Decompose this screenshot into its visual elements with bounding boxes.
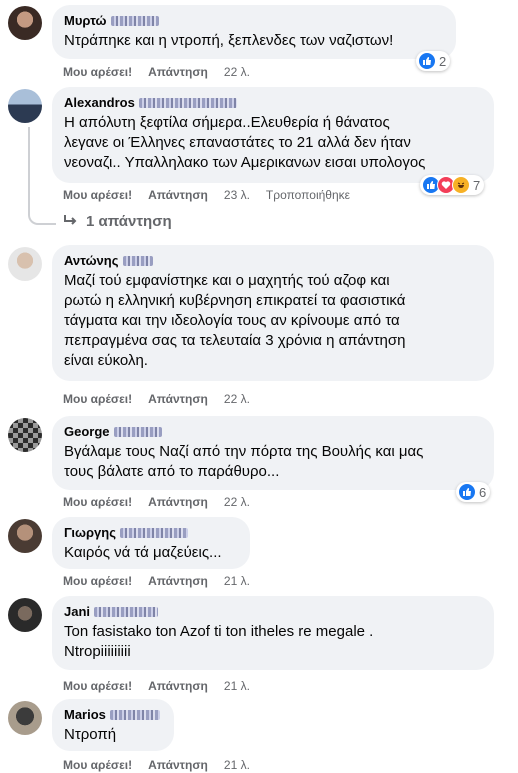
reaction-summary[interactable]: 2 [416, 51, 451, 71]
replies-count[interactable]: 1 απάντηση [86, 213, 172, 230]
comment-text: Ντράπηκε και η ντροπή, ξεπλενδες των ναζ… [64, 32, 394, 49]
author-name[interactable]: Jani [64, 604, 90, 620]
comment-text: Ντροπή [64, 726, 117, 743]
reply-button[interactable]: Απάντηση [148, 64, 208, 80]
like-button[interactable]: Μου αρέσει! [63, 573, 132, 589]
like-button[interactable]: Μου αρέσει! [63, 187, 132, 203]
reaction-summary[interactable]: 7 [420, 175, 485, 195]
avatar[interactable] [8, 247, 42, 281]
comment-author[interactable]: George [64, 424, 482, 440]
reply-button[interactable]: Απάντηση [148, 573, 208, 589]
like-button[interactable]: Μου αρέσει! [63, 494, 132, 510]
like-icon [458, 483, 476, 501]
author-name[interactable]: Αντώνης [64, 253, 119, 269]
like-button[interactable]: Μου αρέσει! [63, 757, 132, 773]
comment-actions: Μου αρέσει! Απάντηση 21 λ. [63, 678, 266, 694]
reaction-summary[interactable]: 6 [456, 482, 491, 502]
avatar[interactable] [8, 598, 42, 632]
comment-text: Ton fasistako ton Azof ti ton itheles re… [64, 623, 374, 660]
reply-button[interactable]: Απάντηση [148, 494, 208, 510]
comment-actions: Μου αρέσει! Απάντηση 21 λ. [63, 757, 266, 773]
comment-bubble: Μυρτώ Ντράπηκε και η ντροπή, ξεπλενδες τ… [52, 5, 456, 59]
comment-author[interactable]: Alexandros [64, 95, 482, 111]
like-button[interactable]: Μου αρέσει! [63, 391, 132, 407]
comment-author[interactable]: Jani [64, 604, 482, 620]
reaction-count: 2 [439, 53, 447, 69]
blurred-surname [94, 607, 159, 617]
blurred-surname [113, 427, 162, 437]
author-name[interactable]: Γιωργης [64, 525, 116, 541]
blurred-surname [138, 98, 237, 108]
comment-actions: Μου αρέσει! Απάντηση 22 λ. [63, 391, 266, 407]
comment-actions: Μου αρέσει! Απάντηση 21 λ. [63, 573, 266, 589]
reply-button[interactable]: Απάντηση [148, 678, 208, 694]
comment-actions: Μου αρέσει! Απάντηση 22 λ. [63, 494, 266, 510]
reply-button[interactable]: Απάντηση [148, 391, 208, 407]
author-name[interactable]: Marios [64, 707, 106, 723]
comment-author[interactable]: Marios [64, 707, 162, 723]
comment-bubble: George Βγάλαμε τους Ναζί από την πόρτα τ… [52, 416, 494, 490]
like-button[interactable]: Μου αρέσει! [63, 64, 132, 80]
haha-icon [452, 176, 470, 194]
like-icon [418, 52, 436, 70]
avatar[interactable] [8, 89, 42, 123]
timestamp[interactable]: 22 λ. [224, 494, 250, 510]
timestamp[interactable]: 21 λ. [224, 757, 250, 773]
comment-bubble: Γιωργης Καιρός νά τά μαζεύεις... [52, 517, 250, 569]
reaction-count: 6 [479, 484, 487, 500]
blurred-surname [109, 710, 160, 720]
avatar[interactable] [8, 6, 42, 40]
comment-author[interactable]: Αντώνης [64, 253, 482, 269]
author-name[interactable]: Alexandros [64, 95, 135, 111]
comment-bubble: Jani Ton fasistako ton Azof ti ton ithel… [52, 596, 494, 670]
reply-button[interactable]: Απάντηση [148, 757, 208, 773]
blurred-surname [119, 528, 188, 538]
author-name[interactable]: George [64, 424, 110, 440]
comment-text: Η απόλυτη ξεφτίλα σήμερα..Ελευθερία ή θά… [64, 114, 426, 171]
timestamp[interactable]: 21 λ. [224, 573, 250, 589]
edited-label: Τροποποιήθηκε [265, 188, 350, 202]
comment-text: Μαζί τού εμφανίστηκε και ο μαχητής τού α… [64, 272, 406, 369]
comment-actions: Μου αρέσει! Απάντηση 23 λ. Τροποποιήθηκε [63, 187, 366, 203]
comment-actions: Μου αρέσει! Απάντηση 22 λ. [63, 64, 266, 80]
timestamp[interactable]: 22 λ. [224, 391, 250, 407]
author-name[interactable]: Μυρτώ [64, 13, 107, 29]
like-button[interactable]: Μου αρέσει! [63, 678, 132, 694]
blurred-surname [122, 256, 153, 266]
timestamp[interactable]: 21 λ. [224, 678, 250, 694]
comment-bubble: Alexandros Η απόλυτη ξεφτίλα σήμερα..Ελε… [52, 87, 494, 183]
reply-arrow-icon [64, 213, 78, 230]
avatar[interactable] [8, 701, 42, 735]
avatar[interactable] [8, 519, 42, 553]
timestamp[interactable]: 22 λ. [224, 64, 250, 80]
comment-bubble: Marios Ντροπή [52, 699, 174, 751]
comment-bubble: Αντώνης Μαζί τού εμφανίστηκε και ο μαχητ… [52, 245, 494, 381]
blurred-surname [110, 16, 159, 26]
comment-text: Καιρός νά τά μαζεύεις... [64, 544, 222, 561]
avatar[interactable] [8, 418, 42, 452]
comment-author[interactable]: Μυρτώ [64, 13, 444, 29]
view-replies-link[interactable]: 1 απάντηση [64, 213, 172, 230]
reaction-count: 7 [473, 177, 481, 193]
comment-text: Βγάλαμε τους Ναζί από την πόρτα της Βουλ… [64, 443, 424, 480]
reply-button[interactable]: Απάντηση [148, 187, 208, 203]
timestamp[interactable]: 23 λ. [224, 187, 250, 203]
comment-author[interactable]: Γιωργης [64, 525, 238, 541]
